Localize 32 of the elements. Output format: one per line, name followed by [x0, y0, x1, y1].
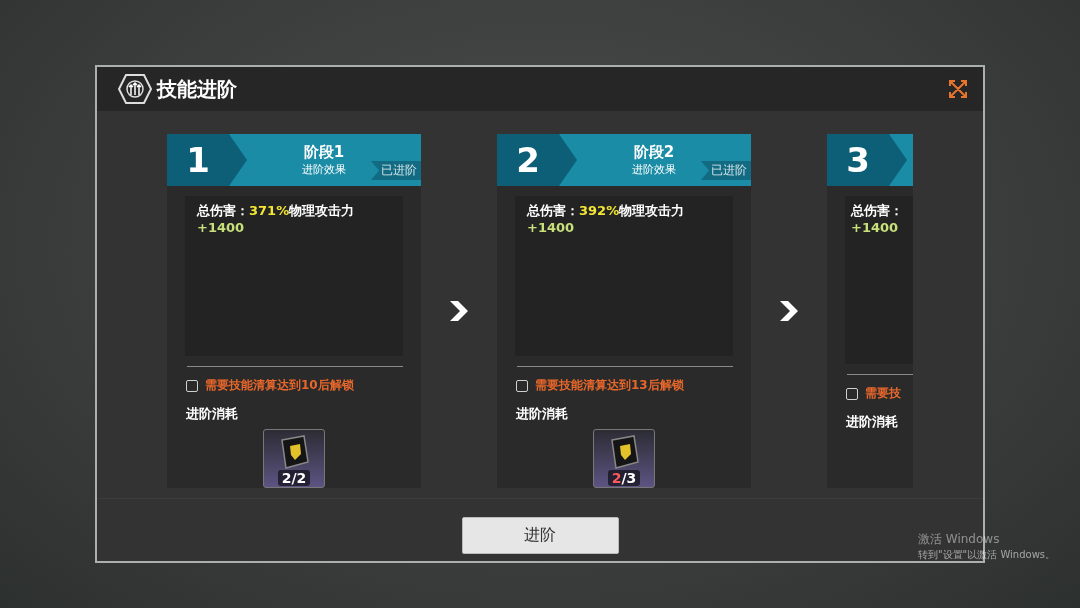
unlock-requirement: 需要技 [865, 385, 901, 402]
dialog-title: 技能进阶 [157, 75, 238, 103]
advance-button[interactable]: 进阶 [461, 517, 619, 554]
stage-subtitle: 进阶效果 [302, 162, 346, 177]
stage-number: 1 [167, 134, 247, 186]
item-count: 2/2 [278, 470, 310, 486]
item-slot[interactable]: 2/2 [263, 429, 325, 488]
checkbox[interactable] [186, 379, 198, 392]
unlock-requirement: 需要技能清算达到13后解锁 [535, 377, 684, 395]
cost-label: 进阶消耗 [516, 405, 569, 424]
stage-title: 阶段1 [303, 143, 345, 162]
bonus-text: +1400 [527, 220, 576, 235]
checkbox[interactable] [516, 379, 528, 392]
skill-emblem-icon [117, 73, 153, 105]
item-count: 2/3 [608, 470, 640, 486]
close-button[interactable] [947, 78, 969, 100]
cost-label: 进阶消耗 [846, 413, 899, 431]
stage-subtitle: 进阶效果 [632, 162, 676, 177]
cost-label: 进阶消耗 [186, 405, 239, 424]
effect-text: 总伤害：392%物理攻击力 [527, 202, 686, 220]
stage-number: 3 [827, 134, 907, 186]
advanced-badge: 已进阶 [701, 161, 751, 180]
effect-text: 总伤害：371%物理攻击力 [197, 202, 356, 220]
unlock-requirement: 需要技能清算达到10后解锁 [205, 377, 354, 395]
item-slot[interactable]: 2/3 [593, 429, 655, 488]
stage-number: 2 [497, 134, 577, 186]
bonus-text: +1400 [197, 220, 246, 235]
bonus-text: +1400 [851, 220, 900, 235]
stage-title: 阶段2 [633, 143, 675, 162]
effect-text: 总伤害： [851, 202, 904, 220]
checkbox[interactable] [846, 387, 858, 400]
advanced-badge: 已进阶 [371, 161, 421, 180]
